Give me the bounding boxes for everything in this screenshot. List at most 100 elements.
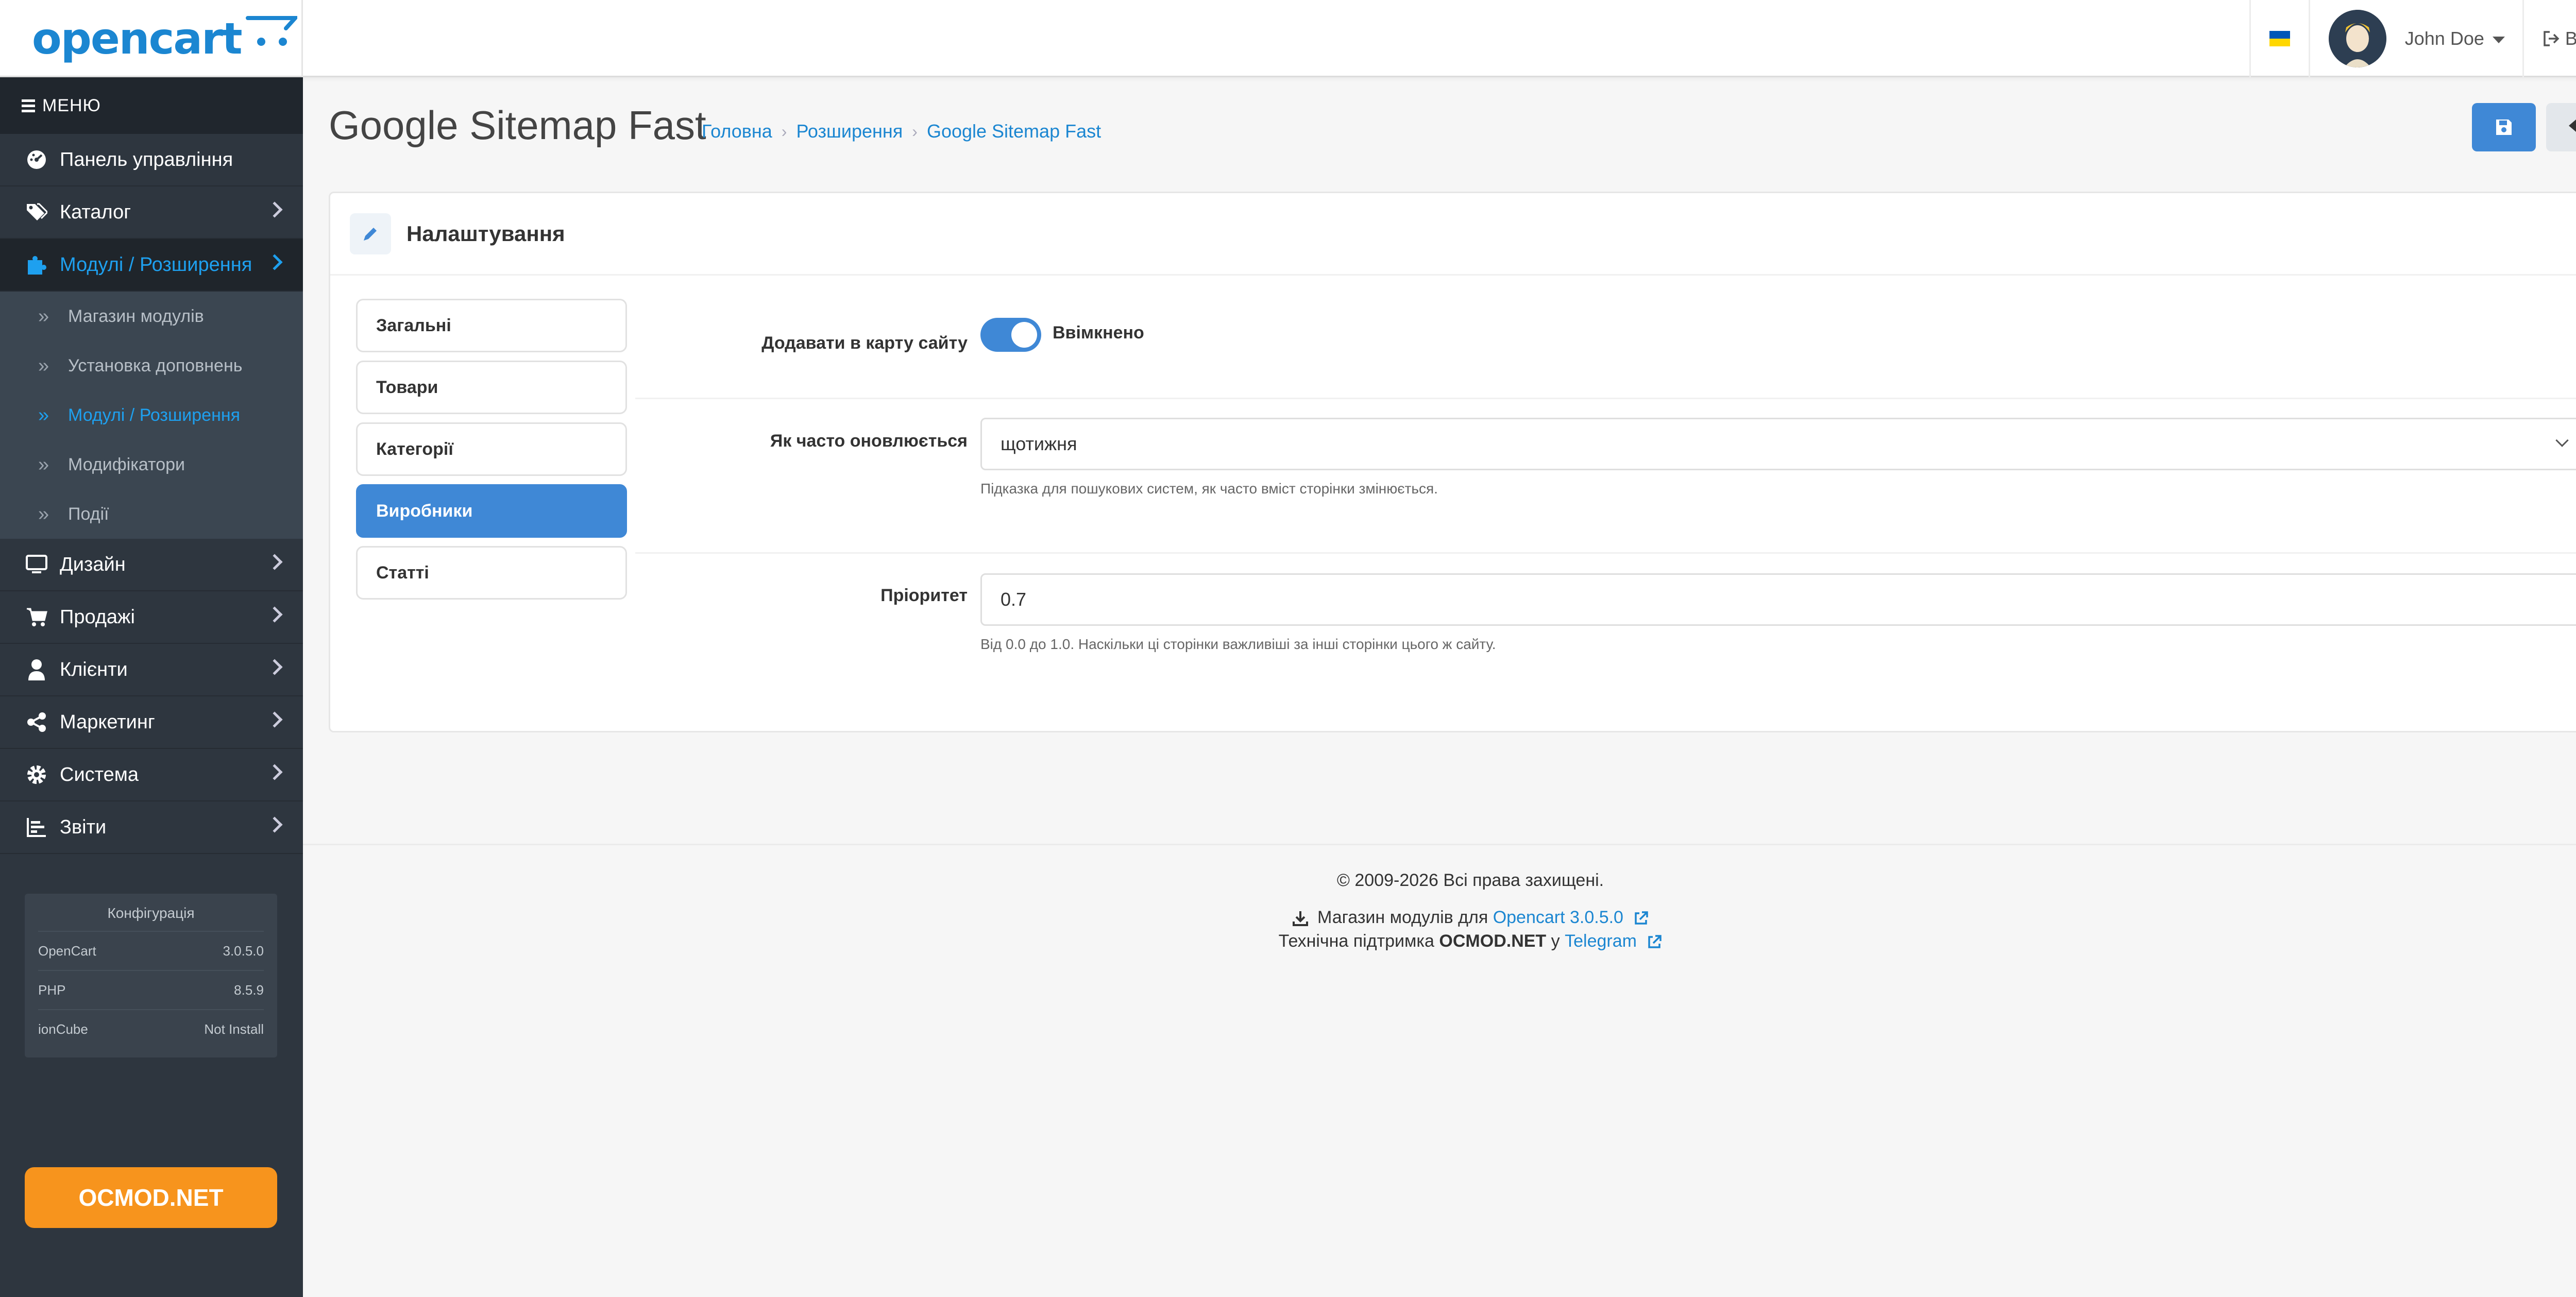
tab-general[interactable]: Загальні xyxy=(356,299,627,352)
sidebar-item-label: Система xyxy=(60,763,139,786)
chevron-down-icon xyxy=(2555,434,2569,447)
language-switcher[interactable] xyxy=(2249,0,2309,77)
breadcrumb: Головна › Розширення › Google Sitemap Fa… xyxy=(702,121,1101,142)
sidebar-item-customers[interactable]: Клієнти xyxy=(0,644,303,696)
double-chevron-icon: » xyxy=(38,305,49,327)
submenu-item-extensions[interactable]: » Модулі / Розширення xyxy=(0,390,303,440)
sidebar-item-label: Панель управління xyxy=(60,148,233,170)
chevron-right-icon: › xyxy=(912,122,918,141)
sidebar-item-system[interactable]: Система xyxy=(0,749,303,801)
config-panel: Конфігурація OpenCart 3.0.5.0 PHP 8.5.9 … xyxy=(25,894,277,1057)
sidebar-item-label: Звіти xyxy=(60,816,107,838)
footer-copyright: © 2009-2026 Всі права захищені. xyxy=(1336,871,1604,890)
logo[interactable]: opencart xyxy=(0,0,303,77)
config-key: OpenCart xyxy=(38,943,96,959)
sidebar-item-design[interactable]: Дизайн xyxy=(0,539,303,591)
ocmod-button[interactable]: OCMOD.NET xyxy=(25,1167,277,1228)
footer-support-brand: OCMOD.NET xyxy=(1439,931,1547,951)
priority-value: 0.7 xyxy=(1001,589,1027,610)
tab-articles[interactable]: Статті xyxy=(356,546,627,600)
config-row: OpenCart 3.0.5.0 xyxy=(38,931,264,970)
form-row-frequency: Як часто оновлюється щотижня Підказка дл… xyxy=(635,399,2576,554)
submenu-item-label: Установка доповнень xyxy=(68,355,243,376)
floppy-disk-icon xyxy=(2496,120,2512,135)
chevron-right-icon xyxy=(266,606,283,623)
submenu-item-label: Магазин модулів xyxy=(68,306,204,326)
chevron-right-icon xyxy=(266,254,283,270)
tab-categories[interactable]: Категорії xyxy=(356,422,627,476)
download-icon xyxy=(1292,911,1308,927)
sitemap-toggle[interactable] xyxy=(980,318,1041,352)
cart-icon xyxy=(25,605,48,629)
breadcrumb-current[interactable]: Google Sitemap Fast xyxy=(927,121,1101,142)
config-row: ionCube Not Install xyxy=(38,1009,264,1048)
sidebar-item-reports[interactable]: Звіти xyxy=(0,801,303,854)
priority-label: Пріоритет xyxy=(880,586,968,605)
submenu-item-label: Події xyxy=(68,504,109,524)
sidebar-item-marketing[interactable]: Маркетинг xyxy=(0,696,303,749)
top-header: opencart John Doe В xyxy=(0,0,2576,77)
frequency-help: Підказка для пошукових систем, як часто … xyxy=(980,481,1438,497)
ukraine-flag-icon xyxy=(2269,31,2290,46)
save-button[interactable] xyxy=(2472,103,2536,151)
breadcrumb-home[interactable]: Головна xyxy=(702,121,772,142)
sidebar-item-extensions[interactable]: Модулі / Розширення xyxy=(0,239,303,292)
double-chevron-icon: » xyxy=(38,354,49,377)
gear-icon xyxy=(25,763,48,787)
opencart-link[interactable]: Opencart 3.0.5.0 xyxy=(1493,908,1623,927)
sidebar-item-label: Продажі xyxy=(60,606,135,628)
config-value: 8.5.9 xyxy=(234,982,264,998)
config-key: ionCube xyxy=(38,1021,88,1037)
priority-input[interactable]: 0.7 xyxy=(980,573,2576,626)
caret-down-icon xyxy=(2492,36,2505,43)
tab-manufacturers[interactable]: Виробники xyxy=(356,484,627,538)
tags-icon xyxy=(25,200,48,224)
sidebar-item-label: Дизайн xyxy=(60,553,126,575)
user-avatar-icon xyxy=(2328,10,2386,67)
external-link-icon xyxy=(1648,935,1662,948)
sidebar-item-catalog[interactable]: Каталог xyxy=(0,186,303,239)
card-title: Налаштування xyxy=(406,221,565,246)
breadcrumb-extensions[interactable]: Розширення xyxy=(796,121,903,142)
sidebar-item-label: Каталог xyxy=(60,201,131,223)
menu-toggle[interactable]: МЕНЮ xyxy=(0,77,303,134)
chevron-right-icon xyxy=(266,816,283,833)
frequency-select[interactable]: щотижня xyxy=(980,418,2576,470)
hamburger-icon xyxy=(22,97,35,115)
extensions-submenu: » Магазин модулів » Установка доповнень … xyxy=(0,292,303,539)
avatar xyxy=(2328,10,2386,67)
sidebar-item-dashboard[interactable]: Панель управління xyxy=(0,134,303,186)
sidebar-item-label: Клієнти xyxy=(60,658,128,680)
settings-form: Додавати в карту сайту Ввімкнено Як част… xyxy=(635,276,2576,688)
sidebar-item-sales[interactable]: Продажі xyxy=(0,591,303,644)
menu-label: МЕНЮ xyxy=(42,95,101,115)
footer-store-prefix: Магазин модулів для xyxy=(1317,908,1488,927)
cart-logo-icon xyxy=(245,16,297,46)
user-menu[interactable]: John Doe xyxy=(2308,0,2522,77)
chevron-right-icon xyxy=(266,659,283,675)
sidebar: МЕНЮ Панель управління Каталог Модулі / … xyxy=(0,77,303,1297)
user-icon xyxy=(25,658,48,681)
settings-card: Налаштування Загальні Товари Категорії В… xyxy=(329,192,2576,732)
card-header: Налаштування xyxy=(330,193,2576,276)
submenu-item-module-store[interactable]: » Магазин модулів xyxy=(0,292,303,341)
back-button[interactable] xyxy=(2546,103,2576,151)
form-row-sitemap: Додавати в карту сайту Ввімкнено xyxy=(635,276,2576,399)
page-title: Google Sitemap Fast xyxy=(329,103,706,148)
frequency-label: Як часто оновлюється xyxy=(770,431,968,451)
chevron-right-icon: › xyxy=(781,122,787,141)
footer-divider xyxy=(303,844,2576,845)
submenu-item-installer[interactable]: » Установка доповнень xyxy=(0,341,303,390)
submenu-item-events[interactable]: » Події xyxy=(0,489,303,539)
dashboard-icon xyxy=(25,148,48,172)
footer-store: Магазин модулів для Opencart 3.0.5.0 xyxy=(303,908,2576,928)
chevron-right-icon xyxy=(266,201,283,218)
chart-icon xyxy=(25,815,48,839)
toggle-knob xyxy=(1011,322,1037,348)
submenu-item-label: Модулі / Розширення xyxy=(68,405,241,425)
tab-products[interactable]: Товари xyxy=(356,361,627,414)
submenu-item-modifications[interactable]: » Модифікатори xyxy=(0,440,303,489)
puzzle-icon xyxy=(25,253,48,277)
telegram-link[interactable]: Telegram xyxy=(1565,931,1637,951)
logout-link[interactable]: Вихід xyxy=(2522,0,2576,77)
